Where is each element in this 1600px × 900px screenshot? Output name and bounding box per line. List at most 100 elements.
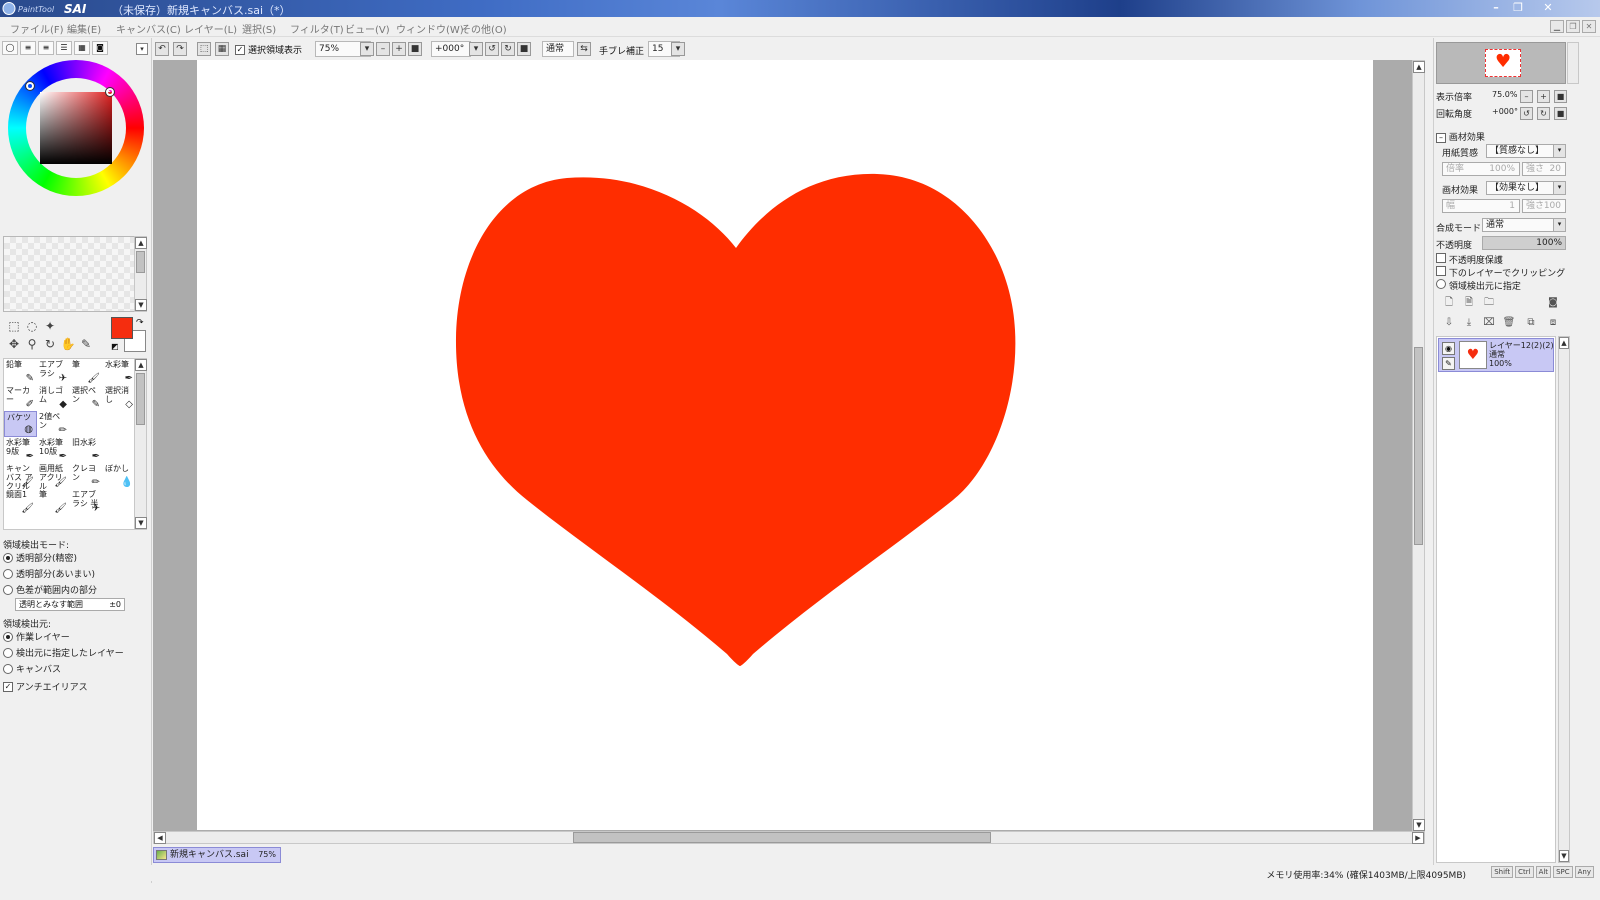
- scroll-up-icon[interactable]: ▲: [135, 237, 147, 249]
- detect-source-toggle[interactable]: 領域検出元に指定: [1436, 279, 1521, 292]
- tool-slot[interactable]: 水彩筆 9版 ✒: [4, 437, 37, 463]
- navigator-canvas[interactable]: ♥: [1485, 49, 1521, 77]
- swatch-tab-icon[interactable]: ▦: [74, 41, 90, 55]
- chevron-down-icon[interactable]: ▾: [1553, 219, 1565, 231]
- hsv-slider-tab-icon[interactable]: ≡: [38, 41, 54, 55]
- rgb-slider-tab-icon[interactable]: ≡: [20, 41, 36, 55]
- color-wheel-tab-icon[interactable]: ◯: [2, 41, 18, 55]
- deselect-icon[interactable]: ⬚: [197, 42, 211, 56]
- tool-slot[interactable]: 筆 🖌: [37, 489, 70, 515]
- tool-slot[interactable]: エアブラシ ✈: [37, 359, 70, 385]
- restore-button[interactable]: ❐: [1508, 1, 1528, 15]
- scroll-down-icon[interactable]: ▼: [1413, 819, 1425, 831]
- scroll-left-icon[interactable]: ◀: [154, 832, 166, 844]
- rotate-icon[interactable]: ↻: [42, 336, 58, 352]
- nav-zoom-reset-icon[interactable]: ■: [1554, 90, 1567, 103]
- detect-mode-precise[interactable]: 透明部分(精密): [3, 551, 77, 564]
- flatten-icon[interactable]: ⧈: [1546, 316, 1560, 330]
- antialias-toggle[interactable]: ✓ アンチエイリアス: [3, 680, 88, 693]
- minimize-button[interactable]: –: [1486, 1, 1506, 15]
- undo-icon[interactable]: ↶: [155, 42, 169, 56]
- new-folder-icon[interactable]: 🗀: [1482, 296, 1496, 310]
- menu-file[interactable]: ファイル(F): [10, 21, 64, 36]
- hue-marker[interactable]: [25, 81, 35, 91]
- nav-rotate-right-icon[interactable]: ↻: [1537, 107, 1550, 120]
- menu-select[interactable]: 選択(S): [242, 21, 276, 36]
- nav-zoom-in-icon[interactable]: +: [1537, 90, 1550, 103]
- checkbox-icon[interactable]: [1436, 253, 1446, 263]
- canvas[interactable]: [197, 60, 1373, 830]
- canvas-vertical-scrollbar[interactable]: ▲ ▼: [1412, 60, 1425, 832]
- delete-layer-icon[interactable]: 🗑: [1502, 316, 1516, 330]
- tool-slot[interactable]: 2値ペン ✏: [37, 411, 70, 437]
- nav-zoom-value[interactable]: 75.0%: [1492, 90, 1517, 99]
- sv-marker[interactable]: [105, 87, 115, 97]
- collapse-icon[interactable]: –: [1436, 133, 1446, 143]
- radio-icon[interactable]: [3, 568, 13, 579]
- radio-icon[interactable]: [3, 631, 13, 642]
- checkbox-icon[interactable]: [1436, 266, 1446, 276]
- rotate-left-icon[interactable]: ↺: [485, 42, 499, 56]
- scroll-up-icon[interactable]: ▲: [135, 359, 147, 371]
- redo-icon[interactable]: ↷: [173, 42, 187, 56]
- transfer-down-icon[interactable]: ⇩: [1442, 316, 1456, 330]
- color-wheel[interactable]: [8, 60, 144, 196]
- tool-slot[interactable]: 画用紙 アクリル 🖌: [37, 463, 70, 489]
- tool-slot[interactable]: 消しゴム ◆: [37, 385, 70, 411]
- tool-slot[interactable]: キャンバス アクリル 🖌: [4, 463, 37, 489]
- rotate-right-icon[interactable]: ↻: [501, 42, 515, 56]
- flip-icon[interactable]: ⇆: [577, 42, 591, 56]
- zoom-reset-icon[interactable]: ■: [408, 42, 422, 56]
- scroll-up-icon[interactable]: ▲: [1413, 61, 1425, 73]
- source-canvas[interactable]: キャンバス: [3, 662, 61, 675]
- layer-list-scrollbar[interactable]: ▲ ▼: [1558, 336, 1570, 863]
- chevron-down-icon[interactable]: ▾: [1553, 145, 1565, 157]
- scroll-down-icon[interactable]: ▼: [135, 517, 147, 529]
- radio-icon[interactable]: [3, 663, 13, 674]
- scroll-right-icon[interactable]: ▶: [1412, 832, 1424, 844]
- eyedropper-icon[interactable]: ✎: [78, 336, 94, 352]
- layer-settings-icon[interactable]: ◙: [1546, 296, 1560, 310]
- zoom-out-icon[interactable]: –: [376, 42, 390, 56]
- move-icon[interactable]: ✥: [6, 336, 22, 352]
- menu-other[interactable]: その他(O): [461, 21, 507, 36]
- transparent-color-icon[interactable]: ◩: [111, 342, 119, 351]
- chevron-down-icon[interactable]: ▾: [1553, 182, 1565, 194]
- tool-slot[interactable]: 選択消し ◇: [103, 385, 136, 411]
- hand-icon[interactable]: ✋: [60, 336, 76, 352]
- menu-filter[interactable]: フィルタ(T): [290, 21, 344, 36]
- zoom-icon[interactable]: ⚲: [24, 336, 40, 352]
- menu-window[interactable]: ウィンドウ(W): [396, 21, 464, 36]
- nav-rotate-left-icon[interactable]: ↺: [1520, 107, 1533, 120]
- tool-slot[interactable]: 鉛筆 ✎: [4, 359, 37, 385]
- new-linework-layer-icon[interactable]: 🗎: [1462, 296, 1476, 310]
- tool-slot[interactable]: 選択ペン ✎: [70, 385, 103, 411]
- scratchpad-tab-icon[interactable]: ◙: [92, 41, 108, 55]
- nav-zoom-out-icon[interactable]: –: [1520, 90, 1533, 103]
- tool-slot[interactable]: クレヨン ✏: [70, 463, 103, 489]
- canvas-area[interactable]: [153, 60, 1425, 832]
- navigator[interactable]: ♥: [1436, 42, 1566, 84]
- scratch-pad-scrollbar[interactable]: ▲ ▼: [134, 236, 147, 312]
- zoom-in-icon[interactable]: +: [392, 42, 406, 56]
- tolerance-slider[interactable]: 透明とみなす範囲 ±0: [15, 598, 125, 611]
- document-tab[interactable]: 新規キャンバス.sai 75%: [153, 847, 281, 863]
- stabilizer-dropdown-icon[interactable]: ▾: [671, 42, 685, 56]
- show-selection-toggle[interactable]: ✓ 選択領域表示: [235, 43, 302, 56]
- radio-icon[interactable]: [3, 584, 13, 595]
- effect-select[interactable]: 【効果なし】 ▾: [1486, 181, 1566, 195]
- tool-slot[interactable]: 水彩筆 10版 ✒: [37, 437, 70, 463]
- foreground-color[interactable]: [111, 317, 133, 339]
- eye-icon[interactable]: ◉: [1442, 342, 1455, 355]
- menu-layer[interactable]: レイヤー(L): [184, 21, 237, 36]
- tool-slot[interactable]: 鏡面1 🖌: [4, 489, 37, 515]
- menu-view[interactable]: ビュー(V): [345, 21, 390, 36]
- magic-wand-icon[interactable]: ✦: [42, 318, 58, 334]
- rotation-select[interactable]: +000°: [431, 41, 471, 57]
- swap-colors-icon[interactable]: ↷: [136, 318, 144, 328]
- tool-slot[interactable]: ぼかし 💧: [103, 463, 136, 489]
- checkbox-icon[interactable]: ✓: [3, 681, 13, 692]
- scratch-pad[interactable]: [3, 236, 135, 312]
- tool-slot[interactable]: バケツ ◍: [4, 411, 37, 437]
- checkbox-icon[interactable]: ✓: [235, 44, 245, 55]
